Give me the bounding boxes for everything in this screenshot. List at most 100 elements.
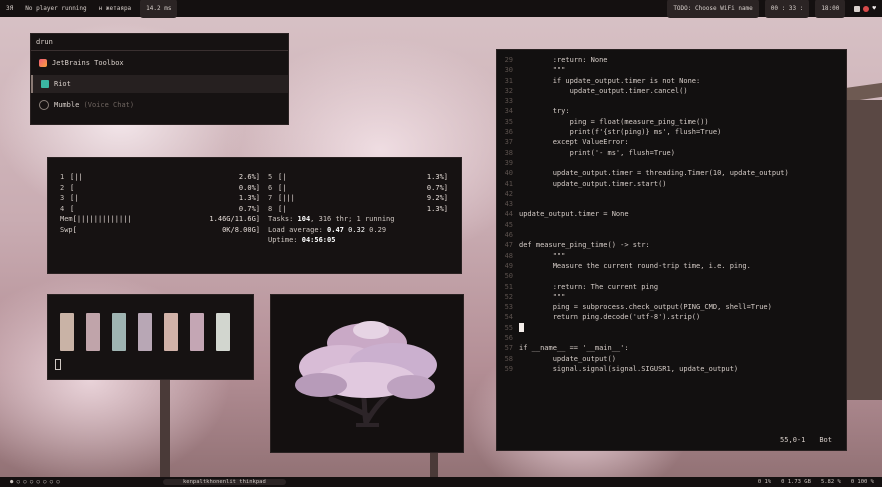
code-line[interactable]: 52 """ <box>497 292 846 302</box>
code-text: signal.signal(signal.SIGUSR1, update_out… <box>519 364 739 373</box>
code-text: """ <box>519 66 566 75</box>
code-line[interactable]: 49 Measure the current round-trip time, … <box>497 261 846 271</box>
code-text: """ <box>519 251 566 260</box>
code-text: :return: None <box>519 56 608 64</box>
code-line[interactable]: 50 <box>497 271 846 281</box>
launcher-query[interactable]: drun <box>36 38 53 46</box>
cpu-number: 7 <box>268 194 273 202</box>
launcher-item-hint: (Voice Chat) <box>83 101 135 109</box>
code-line[interactable]: 53 ping = subprocess.check_output(PING_C… <box>497 302 846 312</box>
cpu-bar: [||| <box>278 194 295 202</box>
code-line[interactable]: 31 if update_output.timer is not None: <box>497 76 846 86</box>
workspace-icons[interactable]: ● ○ ○ ○ ○ ○ ○ ○ <box>0 479 160 485</box>
palette-swatch <box>60 313 74 351</box>
line-number: 50 <box>504 272 513 281</box>
palette-swatch <box>164 313 178 351</box>
code-text: ping = subprocess.check_output(PING_CMD,… <box>519 303 772 312</box>
line-number: 39 <box>504 158 513 167</box>
load-label: Load average: <box>268 225 323 234</box>
code-line[interactable]: 44 update_output.timer = None <box>497 209 846 219</box>
code-text: return ping.decode('utf-8').strip() <box>519 313 701 322</box>
code-line[interactable]: 59 signal.signal(signal.SIGUSR1, update_… <box>497 364 846 374</box>
mem-label: Mem <box>60 215 73 223</box>
code-line[interactable]: 56 <box>497 333 846 343</box>
mem-value: 1.46G/11.6G] <box>209 215 260 223</box>
line-number: 32 <box>504 86 513 95</box>
code-line[interactable]: 35 ping = float(measure_ping_time()) <box>497 117 846 127</box>
launcher-item-riot[interactable]: Riot <box>31 75 288 93</box>
color-palette-terminal[interactable] <box>47 294 254 380</box>
code-line[interactable]: 37 except ValueError: <box>497 137 846 147</box>
uptime-label: Uptime: <box>268 236 298 244</box>
code-line[interactable]: 30 """ <box>497 65 846 75</box>
date-status: 00 : 33 : <box>764 0 810 18</box>
launcher-item-mumble[interactable]: Mumble (Voice Chat) <box>31 96 288 114</box>
tray-icons: ♥ <box>848 0 882 17</box>
record-icon[interactable] <box>863 5 870 12</box>
code-line[interactable]: 33 <box>497 96 846 106</box>
code-line[interactable]: 55 <box>497 322 846 333</box>
code-line[interactable]: 51 :return: The current ping <box>497 282 846 292</box>
line-number: 33 <box>504 97 513 106</box>
cpu-number: 2 <box>60 183 65 192</box>
app-icon[interactable] <box>854 5 861 12</box>
line-number: 58 <box>504 354 513 363</box>
code-line[interactable]: 43 <box>497 199 846 209</box>
palette-swatch <box>112 313 126 351</box>
code-line[interactable]: 36 print(f'{str(ping)} ms', flush=True) <box>497 127 846 137</box>
code-line[interactable]: 40 update_output.timer = threading.Timer… <box>497 168 846 178</box>
line-number: 40 <box>504 169 513 178</box>
htop-terminal[interactable]: 1 [|| 2.6%] 5 [| 1.3%] 2 [0.0%] 6 [| 0.7%] 3 [| 1… <box>47 157 462 274</box>
code-text: print(f'{str(ping)} ms', flush=True) <box>519 128 722 137</box>
cursor-position: 55,0-1 <box>780 436 806 444</box>
code-line[interactable]: 38 print('- ms', flush=True) <box>497 148 846 158</box>
code-line[interactable]: 39 <box>497 158 846 168</box>
media-status[interactable]: No player running <box>19 0 92 17</box>
scroll-position: Bot <box>819 436 832 444</box>
tasks-label: Tasks: <box>268 215 294 223</box>
cpu-number: 4 <box>60 204 65 213</box>
top-status-bar: ЗЯ No player running н жетаяра 14.2 ms T… <box>0 0 882 18</box>
code-text: update_output.timer.cancel() <box>519 86 688 95</box>
cpu-bar: [ <box>70 204 75 213</box>
code-line[interactable]: 29 :return: None <box>497 55 846 65</box>
cpu-percent: 1.3%] <box>426 204 448 213</box>
code-line[interactable]: 58 update_output() <box>497 354 846 364</box>
code-line[interactable]: 34 try: <box>497 106 846 116</box>
code-line[interactable]: 47 def measure_ping_time() -> str: <box>497 240 846 250</box>
vim-editor[interactable]: 29 :return: None 30 """ 31 if update_outpu… <box>496 49 847 451</box>
image-viewer[interactable] <box>270 294 464 453</box>
palette-swatch <box>216 313 230 351</box>
code-line[interactable]: 57 if __name__ == '__main__': <box>497 343 846 353</box>
launcher-item-jetbrains[interactable]: JetBrains Toolbox <box>31 54 288 72</box>
cpu-percent: 0.7%] <box>238 204 260 213</box>
code-line[interactable]: 54 return ping.decode('utf-8').strip() <box>497 312 846 322</box>
bonsai-image <box>295 321 437 427</box>
workspace-indicator[interactable]: ЗЯ <box>0 0 19 17</box>
code-text: def measure_ping_time() -> str: <box>519 241 650 250</box>
code-line[interactable]: 32 update_output.timer.cancel() <box>497 86 846 96</box>
cpu-bar: [| <box>278 183 287 192</box>
heart-icon[interactable]: ♥ <box>872 5 876 12</box>
code-text: update_output.timer.start() <box>519 179 667 188</box>
code-text: if update_output.timer is not None: <box>519 76 701 85</box>
code-line[interactable]: 46 <box>497 230 846 240</box>
headset-icon <box>39 100 49 110</box>
code-line[interactable]: 48 """ <box>497 251 846 261</box>
jetbrains-icon <box>39 59 47 67</box>
code-line[interactable]: 41 update_output.timer.start() <box>497 179 846 189</box>
code-line[interactable]: 45 <box>497 220 846 230</box>
code-area[interactable]: 29 :return: None 30 """ 31 if update_outpu… <box>497 55 846 374</box>
line-number: 36 <box>504 128 513 137</box>
riot-icon <box>41 80 49 88</box>
line-number: 37 <box>504 138 513 147</box>
volume-level[interactable]: 5.82 % <box>821 479 841 485</box>
cpu-number: 1 <box>60 173 65 181</box>
cpu-percent: 2.6%] <box>238 173 260 181</box>
launcher-search-input[interactable]: drun <box>31 34 288 51</box>
wifi-status[interactable]: TODO: Choose WiFi name <box>667 0 759 18</box>
memory-usage: 0 1.73 GB <box>781 479 811 485</box>
code-text: update_output() <box>519 354 616 363</box>
line-number: 38 <box>504 148 513 157</box>
code-line[interactable]: 42 <box>497 189 846 199</box>
